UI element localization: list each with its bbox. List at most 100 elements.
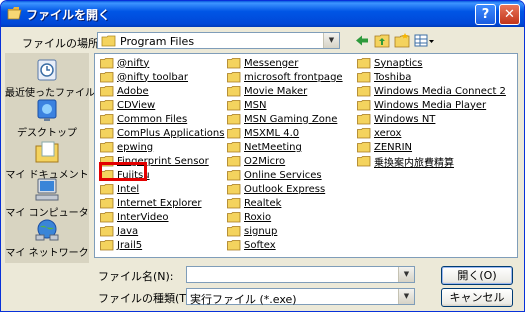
folder-name: Internet Explorer [117, 197, 202, 209]
places-bar: 最近使ったファイル デスクトップ マイ ドキュメント マイ コンピュータ マイ … [5, 53, 95, 263]
filename-label: ファイル名(N): [98, 270, 174, 283]
folder-name: Adobe [117, 85, 149, 97]
folder-name: O2Micro [244, 155, 286, 167]
folder-name: Online Services [244, 169, 322, 181]
back-icon[interactable] [353, 32, 371, 49]
folder-item[interactable]: MSN [227, 98, 266, 112]
help-button[interactable]: ? [475, 4, 496, 25]
folder-icon [357, 127, 371, 138]
folder-icon [227, 169, 241, 180]
folder-item[interactable]: xerox [357, 126, 401, 140]
folder-icon [357, 141, 371, 152]
up-folder-icon[interactable] [373, 32, 391, 49]
folder-icon [100, 141, 114, 152]
new-folder-icon[interactable] [393, 32, 411, 49]
place-my-network[interactable]: マイ ネットワーク [5, 217, 89, 259]
chevron-down-icon[interactable]: ▼ [398, 289, 414, 304]
folder-item[interactable]: 乗換案内旅費精算 [357, 154, 454, 169]
folder-icon [227, 225, 241, 236]
folder-name: Outlook Express [244, 183, 326, 195]
chevron-down-icon[interactable]: ▼ [323, 33, 339, 48]
folder-name: epwing [117, 141, 154, 153]
folder-icon [227, 197, 241, 208]
folder-item[interactable]: Movie Maker [227, 84, 307, 98]
chevron-down-icon[interactable]: ▼ [398, 267, 414, 282]
folder-item[interactable]: Windows Media Connect 2 [357, 84, 506, 98]
title-bar[interactable]: ファイルを開く ? ✕ [1, 1, 524, 27]
desktop-icon [37, 99, 57, 121]
fujitsu-highlight-box [99, 162, 147, 181]
folder-item[interactable]: microsoft frontpage [227, 70, 343, 84]
folder-icon [227, 239, 241, 250]
views-menu-icon[interactable] [413, 32, 435, 49]
folder-item[interactable]: Intel [100, 182, 139, 196]
folder-item[interactable]: MSN Gaming Zone [227, 112, 337, 126]
folder-name: Jrail5 [117, 239, 143, 251]
folder-item[interactable]: epwing [100, 140, 153, 154]
folder-item[interactable]: Adobe [100, 84, 149, 98]
folder-icon [227, 57, 241, 68]
close-button[interactable]: ✕ [499, 4, 520, 25]
folder-item[interactable]: ComPlus Applications [100, 126, 224, 140]
folder-item[interactable]: Synaptics [357, 56, 423, 70]
folder-name: MSN [244, 99, 267, 111]
folder-item[interactable]: Outlook Express [227, 182, 325, 196]
folder-icon [227, 155, 241, 166]
folder-item[interactable]: Realtek [227, 196, 281, 210]
folder-name: xerox [374, 127, 402, 139]
folder-item[interactable]: Internet Explorer [100, 196, 202, 210]
filename-input[interactable]: ▼ [186, 266, 415, 283]
folder-item[interactable]: O2Micro [227, 154, 285, 168]
folder-item[interactable]: @nifty [100, 56, 149, 70]
cancel-button[interactable]: キャンセル [441, 288, 513, 307]
lookin-value: Program Files [120, 35, 195, 48]
folder-item[interactable]: @nifty toolbar [100, 70, 188, 84]
folder-name: Movie Maker [244, 85, 308, 97]
recent-icon [37, 59, 57, 81]
place-recent[interactable]: 最近使ったファイル [5, 57, 95, 99]
folder-item[interactable]: Roxio [227, 210, 271, 224]
folder-item[interactable]: Toshiba [357, 70, 411, 84]
folder-item[interactable]: Common Files [100, 112, 187, 126]
place-my-computer[interactable]: マイ コンピュータ [5, 177, 89, 219]
folder-item[interactable]: Windows NT [357, 112, 435, 126]
folder-name: NetMeeting [244, 141, 302, 153]
place-my-documents[interactable]: マイ ドキュメント [5, 139, 89, 181]
folder-icon [227, 113, 241, 124]
folder-name: Windows NT [374, 113, 436, 125]
folder-item[interactable]: Online Services [227, 168, 322, 182]
folder-item[interactable]: Messenger [227, 56, 298, 70]
folder-name: MSN Gaming Zone [244, 113, 338, 125]
open-button[interactable]: 開く(O) [441, 266, 513, 285]
folder-icon [227, 127, 241, 138]
folder-item[interactable]: Java [100, 224, 138, 238]
folder-name: ComPlus Applications [117, 127, 225, 139]
file-list[interactable]: @nifty @nifty toolbar Adobe CDView Common Fi… [94, 53, 518, 258]
folder-name: Common Files [117, 113, 188, 125]
folder-icon [227, 211, 241, 222]
folder-icon [357, 85, 371, 96]
folder-name: Intel [117, 183, 140, 195]
folder-item[interactable]: CDView [100, 98, 155, 112]
folder-name: Windows Media Connect 2 [374, 85, 506, 97]
folder-item[interactable]: signup [227, 224, 277, 238]
folder-icon [100, 183, 114, 194]
folder-item[interactable]: Softex [227, 238, 276, 252]
folder-name: 乗換案内旅費精算 [374, 157, 454, 169]
folder-item[interactable]: ZENRIN [357, 140, 412, 154]
folder-icon [100, 113, 114, 124]
folder-name: CDView [117, 99, 156, 111]
lookin-dropdown[interactable]: Program Files ▼ [97, 32, 340, 49]
folder-icon [100, 225, 114, 236]
folder-name: Realtek [244, 197, 282, 209]
place-desktop[interactable]: デスクトップ [5, 97, 89, 139]
folder-item[interactable]: InterVideo [100, 210, 169, 224]
folder-icon [100, 71, 114, 82]
folder-item[interactable]: MSXML 4.0 [227, 126, 299, 140]
folder-icon [357, 57, 371, 68]
folder-name: Java [117, 225, 139, 237]
folder-item[interactable]: NetMeeting [227, 140, 302, 154]
folder-item[interactable]: Windows Media Player [357, 98, 486, 112]
filetype-select[interactable]: 実行ファイル (*.exe) ▼ [186, 288, 415, 306]
folder-item[interactable]: Jrail5 [100, 238, 142, 252]
